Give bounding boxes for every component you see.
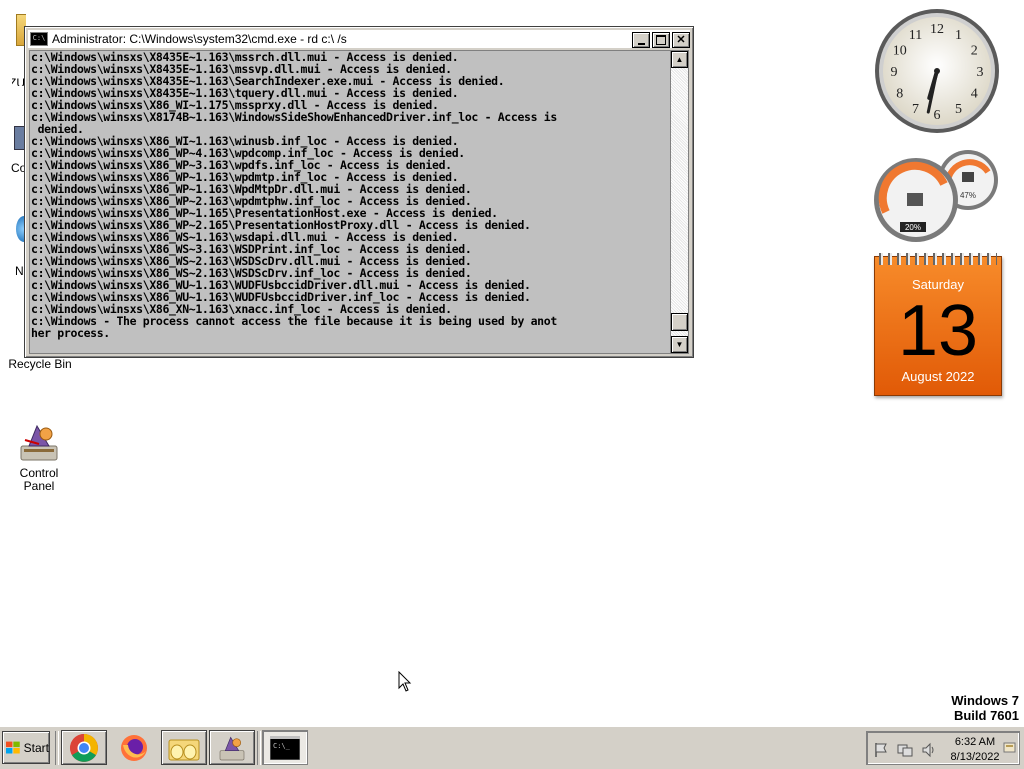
calendar-month-year: August 2022: [901, 369, 975, 384]
action-center-flag-icon[interactable]: [873, 742, 889, 763]
console-line: her process.: [31, 326, 110, 340]
clock-numeral: 12: [930, 22, 944, 37]
window-title: Administrator: C:\Windows\system32\cmd.e…: [52, 32, 347, 46]
taskbar-separator: [257, 731, 261, 765]
taskbar-control-panel-button[interactable]: [209, 730, 255, 765]
calendar-weekday: Saturday: [911, 277, 965, 292]
taskbar-firefox-button[interactable]: [111, 730, 157, 765]
title-bar[interactable]: C:\ Administrator: C:\Windows\system32\c…: [28, 30, 690, 48]
system-tray: 6:32 AM 8/13/2022: [866, 731, 1020, 765]
console-lines: c:\Windows\winsxs\X8435E~1.163\mssrch.dl…: [30, 51, 670, 339]
minimize-button[interactable]: [632, 32, 650, 48]
cpu-meter-label: 20%: [905, 223, 921, 232]
clock-gadget[interactable]: 12 12 3 45678 9 1011: [872, 6, 1002, 136]
tray-date: 8/13/2022: [950, 751, 1000, 763]
clock-numeral: 2: [971, 44, 978, 59]
calendar-rings: [879, 253, 997, 265]
volume-icon[interactable]: [921, 742, 937, 763]
clock-numeral: 11: [909, 28, 922, 43]
arrow-up-icon: ▲: [675, 55, 684, 64]
cpu-meter-icon: [907, 193, 923, 206]
network-icon[interactable]: [897, 742, 913, 763]
taskbar-cmd-button[interactable]: C:\_: [262, 730, 308, 765]
desktop-icon-label-line2: Panel: [23, 479, 55, 493]
cmd-window[interactable]: C:\ Administrator: C:\Windows\system32\c…: [24, 26, 694, 358]
clock-numeral: 10: [893, 44, 907, 59]
chrome-icon: [70, 733, 98, 762]
desktop-icon-label: Co: [11, 161, 24, 175]
calendar-gadget[interactable]: Saturday 13 August 2022: [874, 253, 1002, 396]
scroll-up-button[interactable]: ▲: [671, 51, 688, 68]
ram-meter-label: 47%: [960, 191, 976, 200]
taskbar: Start C:\_ 6:32 AM 8/13/2022: [0, 726, 1024, 769]
clock-numeral: 8: [896, 87, 903, 102]
clock-numeral: 6: [934, 108, 941, 123]
cmd-app-icon: C:\: [30, 32, 48, 46]
desktop-icon-label: Recycle Bin: [8, 357, 72, 371]
minimize-icon: [637, 42, 645, 45]
clock-numeral: 4: [971, 87, 978, 102]
desktop-icon-control-panel[interactable]: Control Panel: [1, 420, 77, 493]
tray-time: 6:32 AM: [954, 736, 996, 748]
mouse-cursor-icon: [398, 671, 412, 692]
libraries-icon: [168, 739, 200, 760]
console-line: c:\Windows\winsxs\X8174B~1.163\WindowsSi…: [31, 110, 557, 124]
start-button[interactable]: Start: [2, 731, 50, 764]
clock-numeral: 9: [891, 65, 898, 80]
close-icon: ✕: [676, 33, 686, 46]
windows-logo-icon: [6, 741, 20, 753]
clock-numeral: 1: [955, 28, 962, 43]
watermark-line1: Windows 7: [951, 693, 1019, 708]
scroll-thumb[interactable]: [671, 313, 688, 331]
control-panel-icon: [219, 736, 245, 760]
maximize-button[interactable]: [652, 32, 670, 48]
tray-clock[interactable]: 6:32 AM 8/13/2022: [945, 735, 1005, 765]
clock-numeral: 3: [977, 65, 984, 80]
windows-watermark: Windows 7 Build 7601: [951, 693, 1019, 723]
scroll-down-button[interactable]: ▼: [671, 336, 688, 353]
watermark-line2: Build 7601: [953, 708, 1019, 723]
taskbar-explorer-button[interactable]: [161, 730, 207, 765]
console-line: c:\Windows - The process cannot access t…: [31, 314, 557, 328]
taskbar-chrome-button[interactable]: [61, 730, 107, 765]
maximize-icon: [656, 35, 666, 45]
console-output[interactable]: c:\Windows\winsxs\X8435E~1.163\mssrch.dl…: [29, 50, 671, 354]
vertical-scrollbar[interactable]: ▲ ▼: [670, 50, 689, 354]
desktop-icon-computer[interactable]: Co: [8, 120, 24, 176]
firefox-icon: [121, 734, 147, 761]
ram-meter-icon: [962, 172, 974, 182]
clock-numeral: 7: [912, 102, 919, 117]
close-button[interactable]: ✕: [672, 32, 690, 48]
calendar-day: 13: [897, 291, 979, 371]
clock-numeral: 5: [955, 102, 962, 117]
svg-text:C:\_: C:\_: [273, 742, 291, 750]
control-panel-icon: [20, 424, 58, 461]
cmd-icon: C:\_: [270, 735, 300, 760]
cpu-meter-gadget[interactable]: 47% 20%: [872, 146, 1002, 246]
computer-icon: [14, 126, 24, 150]
show-desktop-icon[interactable]: [1003, 741, 1017, 760]
start-label: Start: [23, 740, 49, 755]
taskbar-separator: [55, 731, 59, 765]
arrow-down-icon: ▼: [675, 340, 684, 349]
desktop-icon-label: N: [15, 264, 24, 278]
